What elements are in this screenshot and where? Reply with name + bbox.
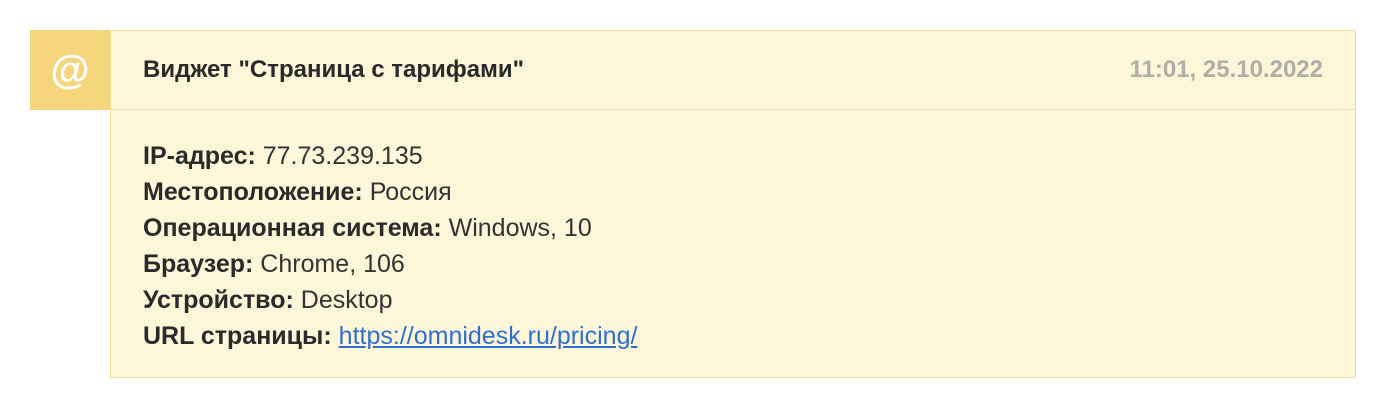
page-url-link[interactable]: https://omnidesk.ru/pricing/: [339, 322, 638, 350]
event-details: IP-адрес: 77.73.239.135 Местоположение: …: [111, 110, 1355, 354]
detail-ip-value: 77.73.239.135: [262, 142, 423, 170]
detail-url-label: URL страницы:: [143, 322, 332, 350]
detail-url: URL страницы: https://omnidesk.ru/pricin…: [143, 318, 1323, 354]
detail-device-label: Устройство:: [143, 286, 294, 314]
event-card: Виджет "Страница с тарифами" 11:01, 25.1…: [110, 30, 1356, 378]
detail-browser-label: Браузер:: [143, 250, 254, 278]
detail-os-label: Операционная система:: [143, 214, 442, 242]
event-header: Виджет "Страница с тарифами" 11:01, 25.1…: [111, 31, 1355, 110]
detail-location: Местоположение: Россия: [143, 174, 1323, 210]
detail-os-value: Windows, 10: [448, 214, 592, 242]
event-timestamp: 11:01, 25.10.2022: [1129, 56, 1323, 83]
event-title: Виджет "Страница с тарифами": [143, 56, 525, 83]
detail-device: Устройство: Desktop: [143, 282, 1323, 318]
detail-ip-label: IP-адрес:: [143, 142, 256, 170]
detail-ip: IP-адрес: 77.73.239.135: [143, 138, 1323, 174]
detail-browser-value: Chrome, 106: [260, 250, 405, 278]
detail-location-value: Россия: [369, 178, 452, 206]
at-sign-icon: @: [30, 30, 110, 110]
detail-os: Операционная система: Windows, 10: [143, 210, 1323, 246]
detail-device-value: Desktop: [300, 286, 393, 314]
detail-location-label: Местоположение:: [143, 178, 363, 206]
detail-browser: Браузер: Chrome, 106: [143, 246, 1323, 282]
